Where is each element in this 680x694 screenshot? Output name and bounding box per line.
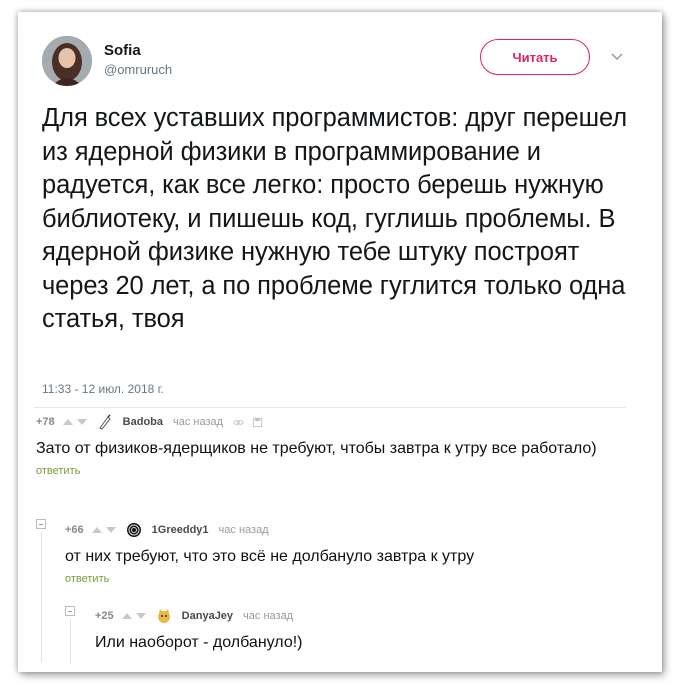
comment-1: +78 Badoba час назад Зато от физиков-яде…	[36, 414, 646, 479]
comment-text: Или наоборот - долбануло!)	[95, 634, 303, 651]
upvote-icon[interactable]	[91, 527, 102, 533]
comment-username[interactable]: 1Greeddy1	[152, 524, 209, 536]
user-handle[interactable]: @omruruch	[104, 62, 172, 77]
pen-avatar-icon[interactable]	[97, 414, 113, 430]
upvote-icon[interactable]	[62, 419, 73, 425]
downvote-icon[interactable]	[105, 527, 116, 533]
comment-meta: +25 DanyaJey час назад	[95, 608, 645, 624]
downvote-icon[interactable]	[76, 419, 87, 425]
reply-link[interactable]: ответить	[36, 465, 80, 477]
comment-meta: +66 1Greeddy1 час назад	[65, 522, 645, 538]
tweet-timestamp[interactable]: 11:33 - 12 июл. 2018 г.	[42, 382, 164, 396]
link-icon[interactable]	[233, 417, 244, 428]
downvote-icon[interactable]	[135, 613, 146, 619]
collapse-toggle[interactable]	[36, 519, 46, 529]
tweet-text: Для всех уставших программистов: друг пе…	[42, 104, 628, 333]
comment-time[interactable]: час назад	[219, 524, 269, 536]
comment-meta: +78 Badoba час назад	[36, 414, 646, 430]
comment-username[interactable]: DanyaJey	[182, 610, 233, 622]
vote-arrows	[91, 527, 116, 533]
screenshot-card: Sofia @omruruch Читать Для всех уставших…	[18, 12, 662, 672]
comment-rating: +25	[95, 610, 114, 622]
avatar-image	[42, 36, 92, 86]
thread-line[interactable]	[41, 532, 42, 662]
collapse-toggle[interactable]	[65, 606, 75, 616]
comment-3: +25 DanyaJey час назад Или наоборот - до…	[95, 608, 645, 653]
comment-username[interactable]: Badoba	[123, 416, 163, 428]
comment-time[interactable]: час назад	[243, 610, 293, 622]
comment-time[interactable]: час назад	[173, 416, 223, 428]
vote-arrows	[62, 419, 87, 425]
user-name[interactable]: Sofia	[104, 42, 141, 59]
comment-text: Зато от физиков-ядерщиков не требуют, чт…	[36, 440, 597, 457]
comment-rating: +66	[65, 524, 84, 536]
divider	[34, 407, 626, 408]
thread-line[interactable]	[70, 619, 71, 664]
follow-button[interactable]: Читать	[480, 39, 590, 75]
save-icon[interactable]	[252, 417, 263, 428]
reply-link[interactable]: ответить	[65, 573, 109, 585]
comment-2: +66 1Greeddy1 час назад от них требуют, …	[65, 522, 645, 587]
user-avatar[interactable]	[42, 36, 92, 86]
chevron-down-icon[interactable]	[609, 48, 625, 64]
comment-rating: +78	[36, 416, 55, 428]
vote-arrows	[121, 613, 146, 619]
comment-text: от них требуют, что это всё не долбануло…	[65, 548, 475, 565]
spiral-avatar-icon[interactable]	[126, 522, 142, 538]
upvote-icon[interactable]	[121, 613, 132, 619]
cat-avatar-icon[interactable]	[156, 608, 172, 624]
